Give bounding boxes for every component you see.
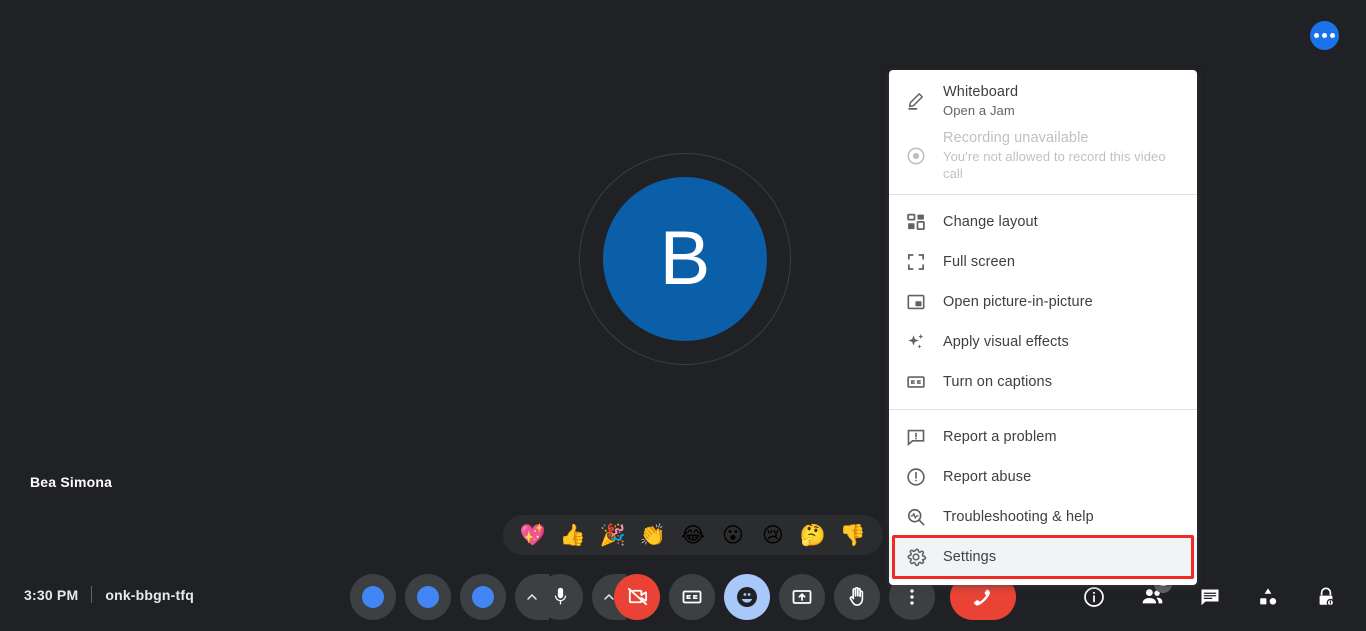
meta-divider bbox=[91, 586, 93, 603]
menu-item-open-picture-in-picture[interactable]: Open picture-in-picture bbox=[889, 282, 1197, 322]
warning-circle-icon bbox=[905, 466, 943, 488]
crying-face-reaction[interactable]: 😢 bbox=[753, 515, 793, 555]
menu-separator bbox=[889, 409, 1197, 410]
menu-item-label: Settings bbox=[943, 548, 997, 565]
menu-item-label: Recording unavailable bbox=[943, 130, 1089, 146]
meet-window: B Bea Simona 💖 👍 🎉 👏 😂 😮 😢 🤔 👎 3:30 PM onk-bbgn-… bbox=[0, 0, 1366, 631]
face-with-tears-of-joy-reaction[interactable]: 😂 bbox=[673, 515, 713, 555]
menu-item-text: Change layout bbox=[943, 213, 1038, 232]
menu-item-text: Turn on captions bbox=[943, 373, 1052, 392]
menu-item-report-a-problem[interactable]: Report a problem bbox=[889, 417, 1197, 457]
more-vertical-icon bbox=[910, 588, 914, 605]
reactions-button[interactable] bbox=[724, 573, 770, 620]
menu-item-settings[interactable]: Settings bbox=[889, 535, 1197, 579]
menu-item-text: Full screen bbox=[943, 253, 1015, 272]
menu-item-label: Report abuse bbox=[943, 468, 1032, 485]
present-screen-icon bbox=[792, 589, 812, 604]
meeting-code: onk-bbgn-tfq bbox=[105, 586, 195, 603]
fullscreen-icon bbox=[905, 251, 943, 273]
menu-item-text: Whiteboard Open a Jam bbox=[943, 83, 1018, 119]
camera-group bbox=[592, 573, 660, 620]
closed-caption-icon bbox=[682, 590, 702, 603]
menu-item-text: Troubleshooting & help bbox=[943, 508, 1094, 527]
menu-item-apply-visual-effects[interactable]: Apply visual effects bbox=[889, 322, 1197, 362]
menu-item-sublabel: You're not allowed to record this video … bbox=[943, 149, 1166, 181]
present-now-button[interactable] bbox=[779, 573, 825, 620]
record-icon bbox=[905, 145, 943, 167]
clapping-hands-reaction[interactable]: 👏 bbox=[633, 515, 673, 555]
captions-button[interactable] bbox=[669, 573, 715, 620]
menu-item-label: Troubleshooting & help bbox=[943, 508, 1094, 525]
meeting-meta: 3:30 PM onk-bbgn-tfq bbox=[24, 586, 194, 603]
menu-separator bbox=[889, 194, 1197, 195]
menu-item-recording: Recording unavailable You're not allowed … bbox=[889, 124, 1197, 187]
menu-item-troubleshooting-and-help[interactable]: Troubleshooting & help bbox=[889, 497, 1197, 537]
participant-name: Bea Simona bbox=[30, 474, 113, 490]
info-icon bbox=[1084, 586, 1104, 607]
menu-item-text: Report a problem bbox=[943, 428, 1057, 447]
menu-item-label: Change layout bbox=[943, 213, 1038, 230]
menu-item-change-layout[interactable]: Change layout bbox=[889, 202, 1197, 242]
menu-item-report-abuse[interactable]: Report abuse bbox=[889, 457, 1197, 497]
party-popper-reaction[interactable]: 🎉 bbox=[593, 515, 633, 555]
menu-item-full-screen[interactable]: Full screen bbox=[889, 242, 1197, 282]
clock-time: 3:30 PM bbox=[24, 586, 79, 603]
blue-dot-button-1[interactable] bbox=[350, 573, 396, 620]
open-mouth-face-reaction[interactable]: 😮 bbox=[713, 515, 753, 555]
end-call-icon bbox=[973, 588, 991, 606]
menu-item-label: Turn on captions bbox=[943, 373, 1053, 390]
menu-item-text: Open picture-in-picture bbox=[943, 293, 1093, 312]
menu-item-label: Apply visual effects bbox=[943, 333, 1069, 350]
activities-button[interactable] bbox=[1248, 577, 1288, 617]
raise-hand-button[interactable] bbox=[834, 573, 880, 620]
menu-item-turn-on-captions[interactable]: Turn on captions bbox=[889, 362, 1197, 402]
pen-icon bbox=[905, 90, 943, 112]
host-controls-button[interactable] bbox=[1306, 577, 1346, 617]
troubleshoot-icon bbox=[905, 506, 943, 528]
sparkling-heart-reaction[interactable]: 💖 bbox=[513, 515, 553, 555]
closed-caption-icon bbox=[905, 371, 943, 393]
microphone-group bbox=[515, 573, 583, 620]
microphone-icon bbox=[554, 587, 566, 605]
thinking-face-reaction[interactable]: 🤔 bbox=[793, 515, 833, 555]
picture-in-picture-icon bbox=[905, 291, 943, 313]
chat-icon bbox=[1201, 589, 1219, 605]
microphone-button[interactable] bbox=[537, 573, 583, 620]
reactions-bar: 💖 👍 🎉 👏 😂 😮 😢 🤔 👎 bbox=[503, 515, 883, 555]
camera-off-icon bbox=[627, 587, 647, 606]
sparkles-icon bbox=[905, 331, 943, 353]
blue-dot-button-2[interactable] bbox=[405, 573, 451, 620]
menu-item-label: Full screen bbox=[943, 253, 1016, 270]
avatar: B bbox=[603, 177, 767, 341]
feedback-icon bbox=[905, 426, 943, 448]
menu-item-text: Settings bbox=[943, 548, 996, 567]
menu-item-sublabel: Open a Jam bbox=[943, 103, 1015, 118]
menu-item-text: Report abuse bbox=[943, 468, 1031, 487]
thumbs-up-reaction[interactable]: 👍 bbox=[553, 515, 593, 555]
thumbs-down-reaction[interactable]: 👎 bbox=[833, 515, 873, 555]
activities-icon bbox=[1260, 587, 1277, 605]
blue-dot-button-3[interactable] bbox=[460, 573, 506, 620]
avatar-ring: B bbox=[579, 153, 791, 365]
camera-button[interactable] bbox=[614, 573, 660, 620]
menu-item-label: Whiteboard bbox=[943, 84, 1019, 100]
menu-item-label: Open picture-in-picture bbox=[943, 293, 1093, 310]
emoji-icon bbox=[737, 586, 757, 607]
menu-item-whiteboard[interactable]: Whiteboard Open a Jam bbox=[889, 78, 1197, 124]
menu-item-text: Recording unavailable You're not allowed … bbox=[943, 129, 1181, 182]
menu-item-label: Report a problem bbox=[943, 428, 1057, 445]
menu-item-text: Apply visual effects bbox=[943, 333, 1069, 352]
gear-icon bbox=[905, 546, 943, 568]
lock-icon bbox=[1319, 586, 1335, 606]
layout-icon bbox=[905, 211, 943, 233]
raise-hand-icon bbox=[849, 586, 864, 606]
more-options-menu: Whiteboard Open a Jam Recording unavailabl… bbox=[889, 70, 1197, 585]
